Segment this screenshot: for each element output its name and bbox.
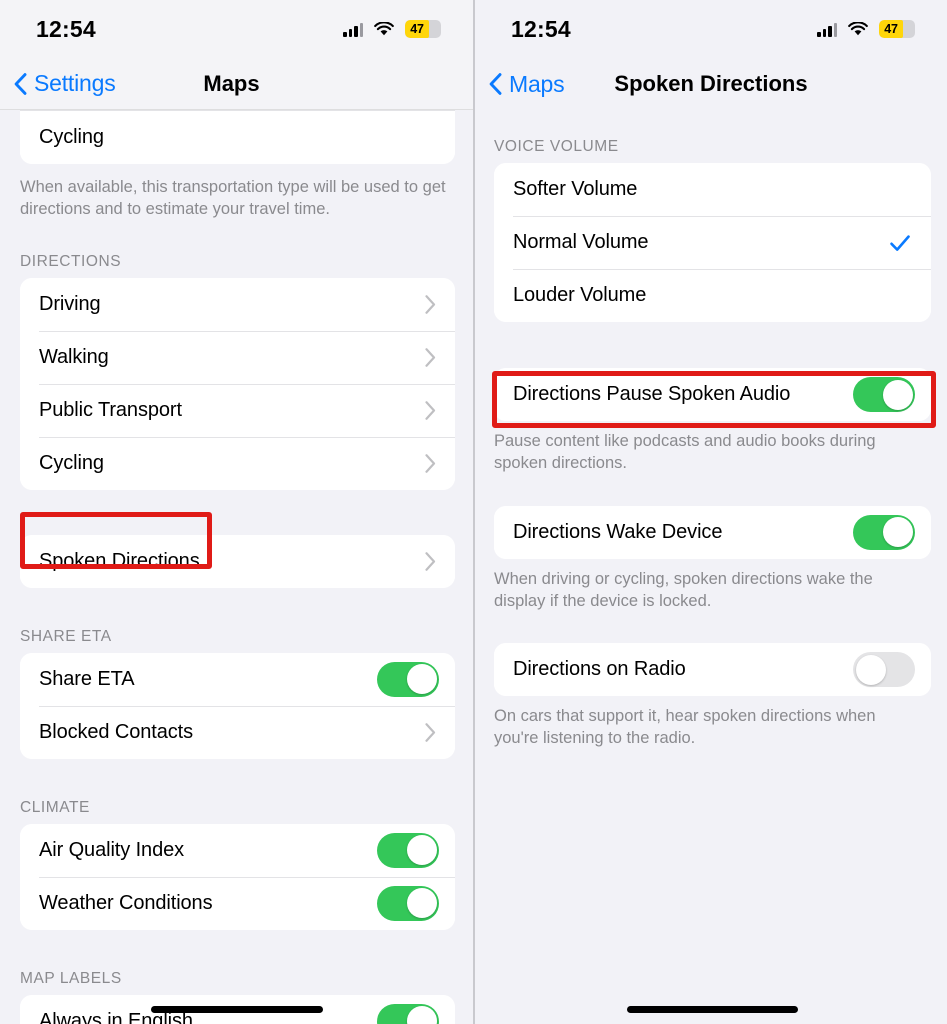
switch-weather-conditions[interactable] xyxy=(377,885,439,921)
row-label: Cycling xyxy=(39,126,104,148)
wifi-icon xyxy=(848,20,868,37)
row-label: Driving xyxy=(39,292,101,315)
row-label: Weather Conditions xyxy=(39,891,213,914)
row-label: Walking xyxy=(39,345,109,368)
back-button-maps[interactable]: Maps xyxy=(475,70,565,98)
row-weather-conditions[interactable]: Weather Conditions xyxy=(20,876,455,930)
battery-percent: 47 xyxy=(410,22,424,36)
card-directions-pause-spoken-audio: Directions Pause Spoken Audio xyxy=(494,368,931,421)
checkmark-icon xyxy=(890,234,910,251)
row-label: Normal Volume xyxy=(513,231,649,253)
back-button-settings[interactable]: Settings xyxy=(0,70,116,97)
chevron-left-icon xyxy=(489,73,502,95)
settings-list-left: Cycling When available, this transportat… xyxy=(0,110,473,1024)
row-label: Directions Wake Device xyxy=(513,520,723,543)
section-header-map-labels: MAP LABELS xyxy=(20,969,122,987)
left-phone-screen: 12:54 47 Settings Maps Cycling When avai… xyxy=(0,0,473,1024)
card-transport-partial: Cycling xyxy=(20,110,455,164)
battery-percent: 47 xyxy=(884,22,898,36)
row-louder-volume[interactable]: Louder Volume xyxy=(494,269,931,322)
status-bar-left: 12:54 47 xyxy=(0,0,473,58)
cellular-signal-icon xyxy=(817,22,837,37)
section-header-voice-volume: VOICE VOLUME xyxy=(494,138,619,155)
chevron-right-icon xyxy=(425,347,436,367)
card-directions-wake-device: Directions Wake Device xyxy=(494,505,931,559)
chevron-right-icon xyxy=(425,551,436,571)
row-spoken-directions[interactable]: Spoken Directions xyxy=(20,534,455,588)
section-header-share-eta: SHARE ETA xyxy=(20,627,112,645)
footer-directions-on-radio: On cars that support it, hear spoken dir… xyxy=(494,707,876,748)
chevron-right-icon xyxy=(425,453,436,473)
row-public-transport[interactable]: Public Transport xyxy=(20,383,455,437)
card-directions: Driving Walking Public Transport Cycling xyxy=(20,277,455,490)
nav-bar-right: Maps Spoken Directions xyxy=(475,58,947,110)
card-directions-on-radio: Directions on Radio xyxy=(494,643,931,697)
back-button-label: Settings xyxy=(34,70,116,96)
card-share-eta: Share ETA Blocked Contacts xyxy=(20,652,455,759)
row-air-quality-index[interactable]: Air Quality Index xyxy=(20,823,455,877)
battery-icon: 47 xyxy=(405,20,441,38)
row-blocked-contacts[interactable]: Blocked Contacts xyxy=(20,705,455,759)
status-bar-right: 12:54 47 xyxy=(475,0,947,58)
status-time: 12:54 xyxy=(511,15,571,42)
status-time: 12:54 xyxy=(36,15,96,42)
row-label: Spoken Directions xyxy=(39,549,200,572)
dual-screenshot-stage: 12:54 47 Settings Maps Cycling When avai… xyxy=(0,0,947,1024)
footer-directions-wake-device: When driving or cycling, spoken directio… xyxy=(494,569,873,610)
row-softer-volume[interactable]: Softer Volume xyxy=(494,163,931,216)
footer-directions-pause-spoken-audio: Pause content like podcasts and audio bo… xyxy=(494,432,876,473)
back-button-label: Maps xyxy=(509,70,565,97)
row-label: Share ETA xyxy=(39,667,135,690)
chevron-right-icon xyxy=(425,400,436,420)
row-driving[interactable]: Driving xyxy=(20,277,455,331)
switch-directions-on-radio[interactable] xyxy=(853,652,915,688)
nav-bar-left: Settings Maps xyxy=(0,58,473,110)
right-phone-screen: 12:54 47 Maps Spoken Directions VOICE VO… xyxy=(475,0,947,1024)
row-label: Blocked Contacts xyxy=(39,720,194,743)
card-climate: Air Quality Index Weather Conditions xyxy=(20,823,455,930)
row-label: Directions on Radio xyxy=(513,658,686,681)
row-share-eta[interactable]: Share ETA xyxy=(20,652,455,706)
row-label: Louder Volume xyxy=(513,284,647,306)
row-walking[interactable]: Walking xyxy=(20,330,455,384)
switch-always-in-english[interactable] xyxy=(377,1003,439,1024)
row-normal-volume[interactable]: Normal Volume xyxy=(494,216,931,269)
row-cycling[interactable]: Cycling xyxy=(20,436,455,490)
row-cycling-preferred[interactable]: Cycling xyxy=(20,111,455,164)
chevron-left-icon xyxy=(14,72,27,95)
row-directions-on-radio[interactable]: Directions on Radio xyxy=(494,643,931,697)
switch-air-quality-index[interactable] xyxy=(377,832,439,868)
row-label: Directions Pause Spoken Audio xyxy=(513,383,791,405)
switch-share-eta[interactable] xyxy=(377,661,439,697)
row-label: Air Quality Index xyxy=(39,838,185,861)
row-directions-pause-spoken-audio[interactable]: Directions Pause Spoken Audio xyxy=(494,368,931,421)
chevron-right-icon xyxy=(425,722,436,742)
row-label: Softer Volume xyxy=(513,178,638,200)
section-header-climate: CLIMATE xyxy=(20,798,90,816)
cellular-signal-icon xyxy=(343,22,363,37)
wifi-icon xyxy=(374,20,394,37)
status-icons: 47 xyxy=(817,20,915,38)
home-indicator-left xyxy=(151,1006,323,1013)
footer-transport: When available, this transportation type… xyxy=(20,178,446,219)
card-spoken-directions: Spoken Directions xyxy=(20,534,455,588)
switch-directions-pause-spoken-audio[interactable] xyxy=(853,377,915,412)
row-label: Cycling xyxy=(39,451,104,474)
section-header-directions: DIRECTIONS xyxy=(20,252,122,270)
status-icons: 47 xyxy=(343,20,441,38)
battery-icon: 47 xyxy=(879,20,915,38)
row-label: Public Transport xyxy=(39,398,182,421)
card-voice-volume: Softer Volume Normal Volume Louder Volum… xyxy=(494,163,931,322)
home-indicator-right xyxy=(627,1006,798,1013)
row-directions-wake-device[interactable]: Directions Wake Device xyxy=(494,505,931,559)
chevron-right-icon xyxy=(425,294,436,314)
switch-directions-wake-device[interactable] xyxy=(853,514,915,550)
settings-list-right: VOICE VOLUME Softer Volume Normal Volume… xyxy=(475,110,947,750)
